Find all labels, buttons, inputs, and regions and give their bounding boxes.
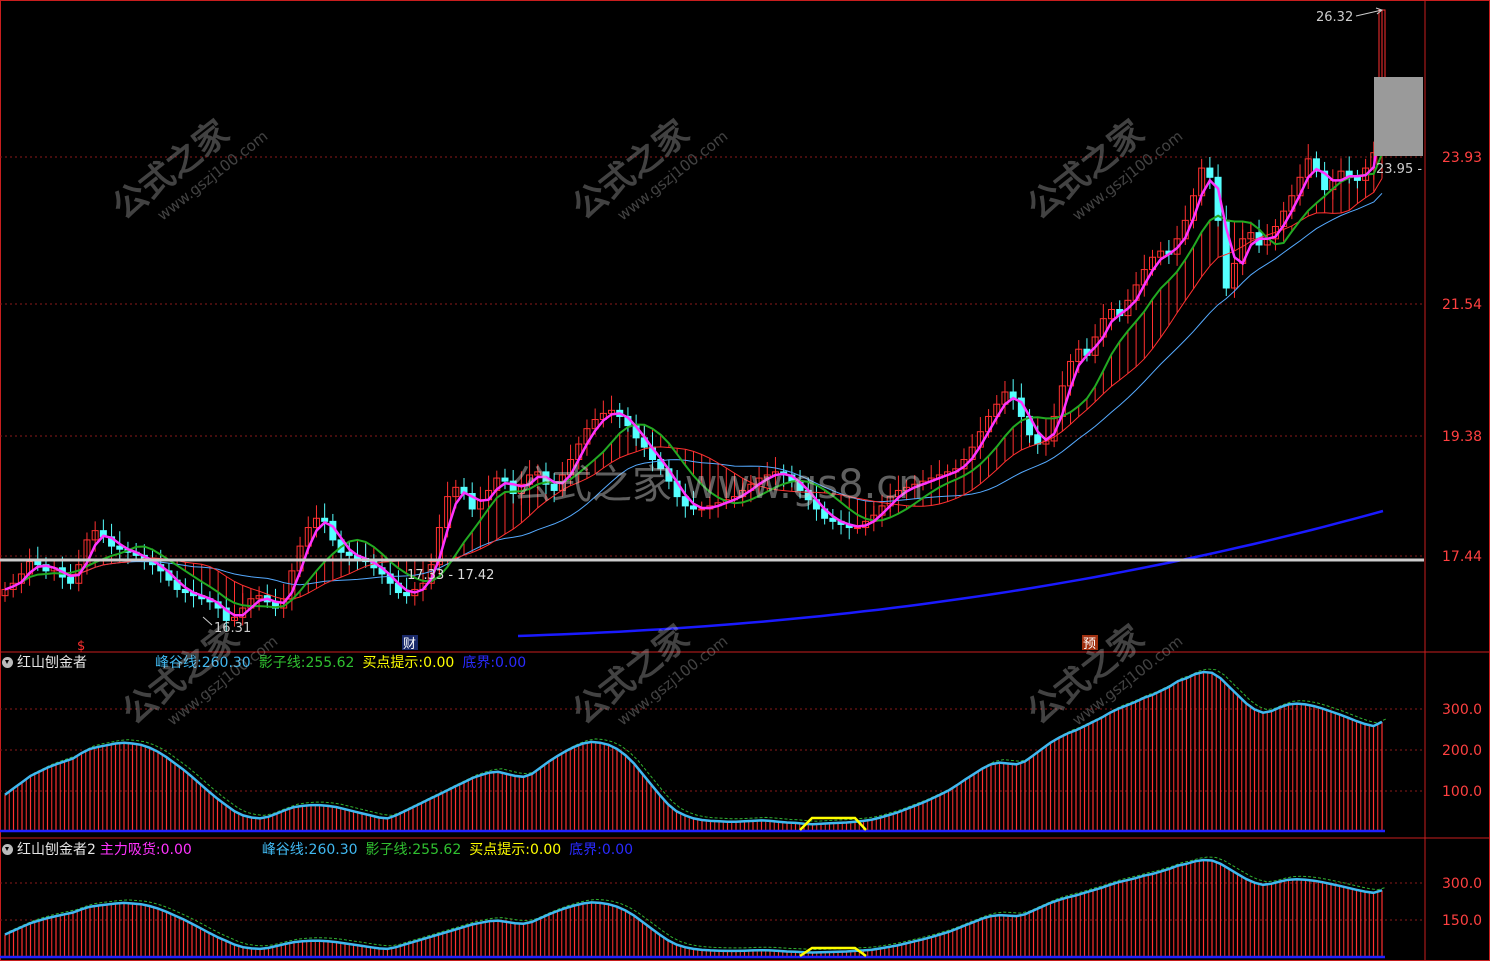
indicator2-title[interactable]: 红山刨金者2: [17, 842, 96, 858]
ind1-bottom: 底界:0.00: [462, 655, 527, 671]
candle-body-4: [34, 561, 42, 566]
chart-frame: [0, 0, 1490, 961]
last-price-annotation: 23.95 -: [1376, 162, 1422, 177]
range-annotation: 17.33 - 17.42: [407, 568, 494, 583]
ind1-axis-label-1: 300.0: [1442, 702, 1482, 718]
ind2-axis-label-2: 150.0: [1442, 913, 1482, 929]
finance-marker-icon[interactable]: 财: [403, 637, 416, 652]
high-annotation: 26.32: [1316, 10, 1353, 25]
ind2-shadow: 影子线:255.62: [365, 842, 462, 858]
ma10-line: [4, 153, 1383, 609]
candle-body-147: [1206, 167, 1214, 178]
candle-body-165: [1353, 176, 1361, 181]
ma30-line: [4, 192, 1383, 590]
candle-body-84: [690, 505, 697, 510]
ind1-buy-hint: 买点提示:0.00: [362, 655, 455, 671]
candle-body-8: [67, 576, 75, 584]
candle-body-67: [550, 483, 558, 491]
indicator1-header: 红山刨金者 峰谷线:260.30 影子线:255.62 买点提示:0.00 底界:0.0…: [0, 653, 534, 673]
indicator2-plot: [0, 856, 1387, 959]
price-label-1: 23.93: [1442, 150, 1482, 166]
stock-chart-canvas: 23.93 21.54 19.38 17.44 26.32 23.95 - 16…: [0, 0, 1490, 961]
ind1-peak-valley: 峰谷线:260.30: [155, 655, 251, 671]
indicator1-plot: [0, 668, 1387, 833]
osc1-peak-valley-line: [4, 670, 1383, 826]
ind2-peak-valley: 峰谷线:260.30: [261, 842, 358, 858]
low-arrow-icon: [202, 616, 213, 626]
indicator2-dropdown-icon[interactable]: [2, 844, 13, 855]
price-label-2: 21.54: [1442, 297, 1482, 313]
ind1-axis-label-2: 200.0: [1442, 743, 1482, 759]
ma-long-line: [517, 509, 1384, 638]
forecast-marker-icon[interactable]: 预: [1083, 637, 1096, 652]
indicator2-header: 红山刨金者2 主力吸货:0.00 峰谷线:260.30 影子线:255.62 买点提示:…: [0, 840, 641, 860]
candles: [1, 9, 1386, 632]
ma5-line: [4, 110, 1384, 617]
ma20-line: [4, 178, 1383, 600]
ind2-buy-hint: 买点提示:0.00: [469, 842, 562, 858]
ma-lines: [4, 110, 1384, 638]
ind2-bottom: 底界:0.00: [569, 842, 634, 858]
ind1-axis-label-3: 100.0: [1442, 784, 1482, 800]
indicator1-title[interactable]: 红山刨金者: [17, 655, 87, 671]
ma-ribbon: [70, 153, 1383, 608]
high-arrow-icon: [1355, 7, 1384, 17]
price-label-4: 17.44: [1442, 549, 1482, 565]
osc2-peak-valley-line: [4, 858, 1383, 954]
candle-body-42: [345, 551, 353, 556]
ind1-shadow: 影子线:255.62: [258, 655, 355, 671]
ind2-axis-label-1: 300.0: [1442, 876, 1482, 892]
candle-body-49: [403, 592, 411, 597]
current-price-box: [1374, 77, 1423, 156]
low-annotation: 16.31: [214, 621, 251, 636]
price-label-3: 19.38: [1442, 429, 1482, 445]
candle-body-39: [321, 517, 329, 522]
dividend-marker-icon[interactable]: $: [77, 639, 85, 654]
ind2-main-absorb: 主力吸货:0.00: [99, 842, 192, 858]
candle-body-61: [501, 477, 509, 482]
indicator1-dropdown-icon[interactable]: [2, 657, 13, 668]
